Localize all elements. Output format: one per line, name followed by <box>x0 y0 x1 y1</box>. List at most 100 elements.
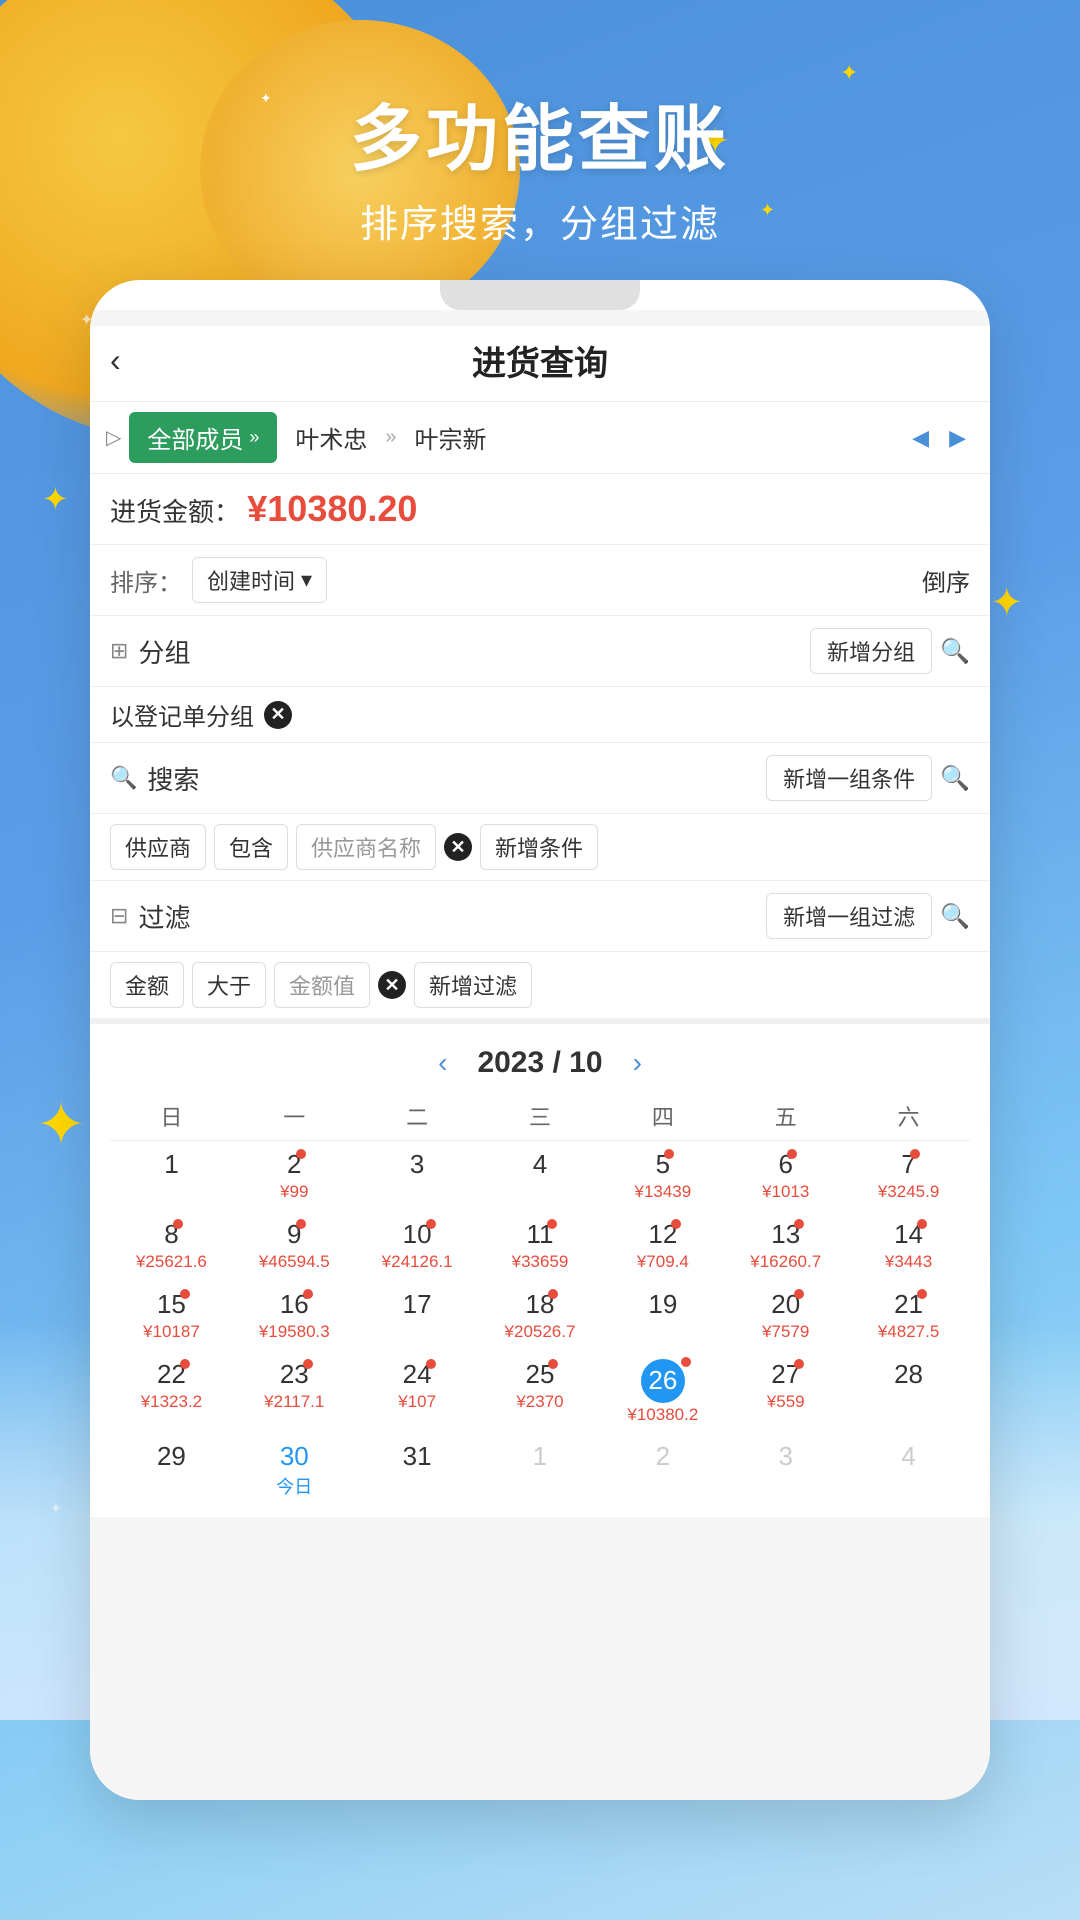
cal-day-num-24: 24 <box>403 1359 432 1390</box>
cal-day-30[interactable]: 30 今日 <box>233 1433 356 1506</box>
cal-day-10[interactable]: 10 ¥24126.1 <box>356 1211 479 1281</box>
cal-day-7[interactable]: 7 ¥3245.9 <box>847 1141 970 1211</box>
filter-pill-amount-value[interactable]: 金额值 <box>274 962 370 1008</box>
cal-prev-btn[interactable]: ‹ <box>438 1047 447 1079</box>
cal-day-20[interactable]: 20 ¥7579 <box>724 1281 847 1351</box>
cal-day-15[interactable]: 15 ¥10187 <box>110 1281 233 1351</box>
cal-day-num-2: 2 <box>287 1149 301 1180</box>
nav-next-icon[interactable]: ▶ <box>941 421 974 455</box>
cal-day-num-5: 5 <box>656 1149 670 1180</box>
cal-day-8[interactable]: 8 ¥25621.6 <box>110 1211 233 1281</box>
cal-day-22[interactable]: 22 ¥1323.2 <box>110 1351 233 1433</box>
red-dot-21 <box>917 1289 927 1299</box>
cal-day-next-4[interactable]: 4 <box>847 1433 970 1506</box>
filter-pill-amount[interactable]: 金额 <box>110 962 184 1008</box>
cal-day-6[interactable]: 6 ¥1013 <box>724 1141 847 1211</box>
star-decoration-6: ✦ <box>36 1090 86 1160</box>
search-pill-contains[interactable]: 包含 <box>214 824 288 870</box>
cal-day-num-29: 29 <box>157 1441 186 1472</box>
cal-day-13[interactable]: 13 ¥16260.7 <box>724 1211 847 1281</box>
filter-header-row: ⊟ 过滤 新增一组过滤 🔍 <box>90 880 990 951</box>
day-header-tue: 二 <box>356 1100 479 1132</box>
cal-day-12[interactable]: 12 ¥709.4 <box>601 1211 724 1281</box>
group-icon: ⊞ <box>110 638 128 664</box>
calendar-grid: 1 2 ¥99 3 4 5 ¥13439 6 ¥1013 <box>110 1141 970 1507</box>
red-dot-26 <box>681 1357 691 1367</box>
add-filter-group-btn[interactable]: 新增一组过滤 <box>766 893 932 939</box>
cal-day-24[interactable]: 24 ¥107 <box>356 1351 479 1433</box>
cal-day-11[interactable]: 11 ¥33659 <box>479 1211 602 1281</box>
app-content: ‹ 进货查询 ▷ 全部成员 » 叶术忠 » 叶宗新 ◀ ▶ 进货金额： ¥103… <box>90 310 990 1800</box>
red-dot-24 <box>426 1359 436 1369</box>
back-button[interactable]: ‹ <box>110 342 121 379</box>
star-decoration-4: ✦ <box>42 480 69 518</box>
day-header-sat: 六 <box>847 1100 970 1132</box>
cal-day-9[interactable]: 9 ¥46594.5 <box>233 1211 356 1281</box>
amount-value: ¥10380.20 <box>247 488 417 529</box>
cal-day-17[interactable]: 17 <box>356 1281 479 1351</box>
cal-amount-26: ¥10380.2 <box>627 1405 698 1425</box>
red-dot-18 <box>548 1289 558 1299</box>
cal-day-21[interactable]: 21 ¥4827.5 <box>847 1281 970 1351</box>
cal-day-3[interactable]: 3 <box>356 1141 479 1211</box>
search-pill-supplier-name[interactable]: 供应商名称 <box>296 824 436 870</box>
cal-day-18[interactable]: 18 ¥20526.7 <box>479 1281 602 1351</box>
red-dot-5 <box>664 1149 674 1159</box>
day-header-thu: 四 <box>601 1100 724 1132</box>
group-tag-close-btn[interactable]: ✕ <box>264 701 292 729</box>
cal-day-5[interactable]: 5 ¥13439 <box>601 1141 724 1211</box>
add-filter-btn[interactable]: 新增过滤 <box>414 962 532 1008</box>
tab-member2[interactable]: 叶宗新 <box>405 414 497 461</box>
cal-amount-13: ¥16260.7 <box>750 1252 821 1272</box>
cal-day-num-17: 17 <box>403 1289 432 1320</box>
all-members-label: 全部成员 <box>147 420 243 455</box>
cal-day-num-12: 12 <box>648 1219 677 1250</box>
cal-day-next-1[interactable]: 1 <box>479 1433 602 1506</box>
cal-amount-22: ¥1323.2 <box>141 1392 202 1412</box>
add-search-filter-btn[interactable]: 新增条件 <box>480 824 598 870</box>
cal-day-23[interactable]: 23 ¥2117.1 <box>233 1351 356 1433</box>
cal-day-28[interactable]: 28 <box>847 1351 970 1433</box>
filter-icon: ⊟ <box>110 903 128 929</box>
cal-day-num-14: 14 <box>894 1219 923 1250</box>
cal-day-29[interactable]: 29 <box>110 1433 233 1506</box>
cal-day-next-2[interactable]: 2 <box>601 1433 724 1506</box>
filter-pill-close-btn[interactable]: ✕ <box>378 971 406 999</box>
search-pill-supplier[interactable]: 供应商 <box>110 824 206 870</box>
member-tabs: ▷ 全部成员 » 叶术忠 » 叶宗新 ◀ ▶ <box>90 401 990 473</box>
cal-amount-18: ¥20526.7 <box>505 1322 576 1342</box>
filter-pill-greater[interactable]: 大于 <box>192 962 266 1008</box>
add-search-condition-btn[interactable]: 新增一组条件 <box>766 755 932 801</box>
cal-day-num-27: 27 <box>771 1359 800 1390</box>
cal-day-1[interactable]: 1 <box>110 1141 233 1211</box>
cal-day-26[interactable]: 26 ¥10380.2 <box>601 1351 724 1433</box>
tab-member1[interactable]: 叶术忠 <box>285 414 377 461</box>
cal-day-31[interactable]: 31 <box>356 1433 479 1506</box>
sort-order-value[interactable]: 倒序 <box>922 563 970 598</box>
cal-amount-7: ¥3245.9 <box>878 1182 939 1202</box>
filter-search-icon[interactable]: 🔍 <box>940 902 970 931</box>
search-pill-close-btn[interactable]: ✕ <box>444 833 472 861</box>
day-header-fri: 五 <box>724 1100 847 1132</box>
search-section-icon[interactable]: 🔍 <box>940 764 970 793</box>
group-label: 分组 <box>138 633 190 670</box>
group-search-icon[interactable]: 🔍 <box>940 637 970 666</box>
sort-field-dropdown[interactable]: 创建时间 ▾ <box>192 557 327 603</box>
add-group-btn[interactable]: 新增分组 <box>810 628 932 674</box>
cal-day-25[interactable]: 25 ¥2370 <box>479 1351 602 1433</box>
cal-day-next-3[interactable]: 3 <box>724 1433 847 1506</box>
cal-day-14[interactable]: 14 ¥3443 <box>847 1211 970 1281</box>
double-arrow-icon: » <box>249 427 259 448</box>
cal-next-btn[interactable]: › <box>633 1047 642 1079</box>
cal-day-4[interactable]: 4 <box>479 1141 602 1211</box>
cal-day-num-next-3: 3 <box>778 1441 792 1472</box>
cal-day-27[interactable]: 27 ¥559 <box>724 1351 847 1433</box>
cal-day-19[interactable]: 19 <box>601 1281 724 1351</box>
cal-day-16[interactable]: 16 ¥19580.3 <box>233 1281 356 1351</box>
header-title: 多功能查账 <box>0 80 1080 185</box>
tab-all-members[interactable]: 全部成员 » <box>129 412 277 463</box>
cal-day-2[interactable]: 2 ¥99 <box>233 1141 356 1211</box>
red-dot-14 <box>917 1219 927 1229</box>
amount-bar: 进货金额： ¥10380.20 <box>90 473 990 544</box>
nav-prev-icon[interactable]: ◀ <box>904 421 937 455</box>
